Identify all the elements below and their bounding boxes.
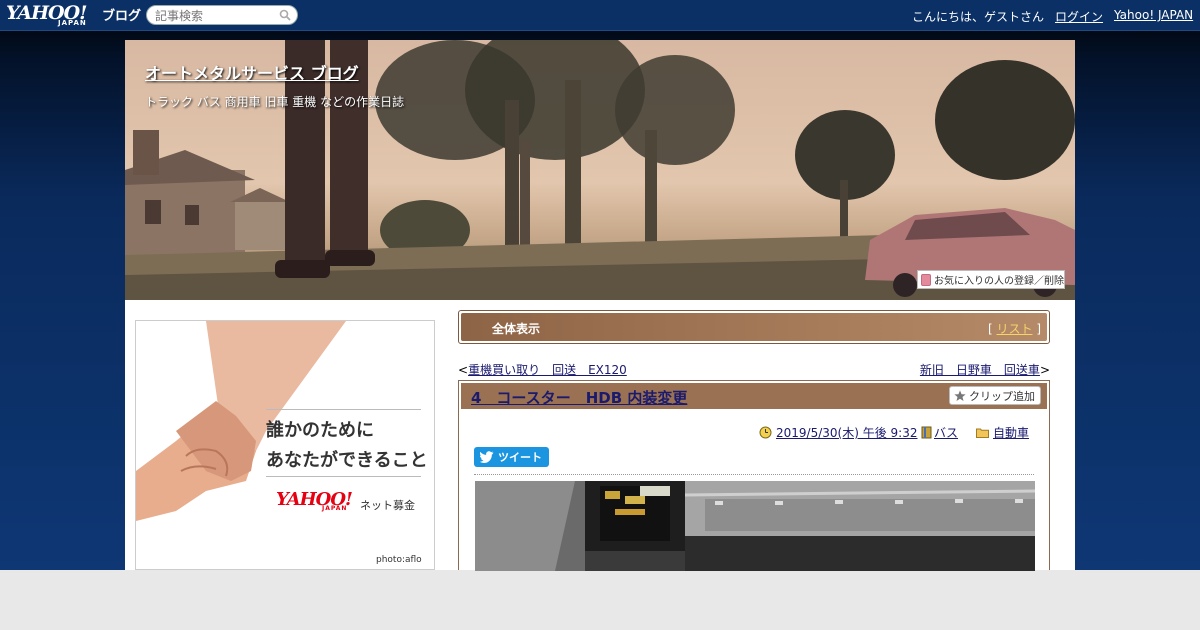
- login-link[interactable]: ログイン: [1055, 8, 1103, 25]
- book-icon: [921, 426, 932, 439]
- view-mode-bar: 全体表示 [ リスト ]: [458, 310, 1050, 344]
- yahoo-japan-link[interactable]: Yahoo! JAPAN: [1114, 8, 1193, 22]
- bracket-close: ]: [1032, 322, 1041, 336]
- charity-ad-banner[interactable]: 誰かのために あなたができること YAHOO! JAPAN ネット募金 phot…: [135, 320, 435, 570]
- blog-description: トラック バス 商用車 旧車 重機 などの作業日誌: [145, 95, 405, 109]
- favorite-heart-icon: [921, 273, 931, 286]
- blog-title-link[interactable]: オートメタルサービス ブログ: [145, 60, 359, 84]
- blog-header-image: オートメタルサービス ブログ トラック バス 商用車 旧車 重機 などの作業日誌…: [125, 40, 1075, 300]
- article-folder[interactable]: 自動車: [976, 424, 1029, 441]
- folder-icon: [976, 428, 989, 438]
- add-clip-button[interactable]: クリップ追加: [949, 386, 1041, 405]
- ad-divider-bottom: [266, 476, 421, 477]
- next-article-nav: 新旧 日野車 回送車>: [919, 363, 1050, 377]
- favorite-register-button[interactable]: お気に入りの人の登録／削除: [917, 270, 1065, 289]
- article-photo[interactable]: [475, 481, 1035, 571]
- blog-main-panel: オートメタルサービス ブログ トラック バス 商用車 旧車 重機 などの作業日誌…: [125, 40, 1075, 571]
- add-clip-label: クリップ追加: [969, 389, 1035, 403]
- article-date[interactable]: 2019/5/30(木) 午後 9:32: [759, 424, 917, 441]
- article-header: 4 コースター HDB 内装変更 クリップ追加: [461, 383, 1047, 409]
- clock-icon: [759, 426, 772, 439]
- search-icon[interactable]: [279, 9, 291, 21]
- ad-service-name: ネット募金: [360, 499, 415, 512]
- ad-photo-credit: photo:aflo: [376, 555, 422, 565]
- ad-headline-line2: あなたができること: [266, 450, 428, 471]
- yahoo-blog-logo[interactable]: YAHOO! JAPAN ブログ: [6, 2, 142, 28]
- favorite-register-label: お気に入りの人の登録／削除: [934, 276, 1064, 287]
- bus-interior-photo: [475, 481, 1035, 571]
- ad-divider-top: [266, 409, 421, 410]
- list-view-wrapper: [ リスト ]: [988, 320, 1041, 337]
- next-article-link[interactable]: 新旧 日野車 回送車: [920, 363, 1040, 377]
- prev-article-nav: <重機買い取り 回送 EX120: [458, 363, 627, 377]
- article-category[interactable]: バス: [921, 424, 958, 441]
- article-search-input[interactable]: [155, 8, 275, 23]
- article-card: 4 コースター HDB 内装変更 クリップ追加 2019/5/30(木) 午後 …: [458, 380, 1050, 571]
- article-folder-text: 自動車: [993, 426, 1030, 440]
- logo-blog-text: ブログ: [102, 9, 142, 24]
- article-title-link[interactable]: 4 コースター HDB 内装変更: [471, 387, 687, 408]
- article-search-box: [146, 5, 298, 25]
- star-icon: [954, 390, 966, 401]
- ad-japan-logo-text: JAPAN: [322, 505, 348, 512]
- twitter-bird-icon: [480, 451, 494, 463]
- prev-article-link[interactable]: 重機買い取り 回送 EX120: [468, 363, 627, 377]
- list-view-link[interactable]: リスト: [996, 322, 1032, 336]
- article-divider: [474, 474, 1034, 475]
- greeting-text: こんにちは、ゲストさん: [912, 10, 1045, 24]
- tweet-label: ツイート: [498, 451, 542, 464]
- article-category-text: バス: [934, 426, 959, 440]
- view-all-label: 全体表示: [492, 322, 541, 336]
- page-bottom-bar: [0, 570, 1200, 630]
- tweet-button[interactable]: ツイート: [474, 447, 549, 467]
- top-navigation-bar: YAHOO! JAPAN ブログ こんにちは、ゲストさん ログイン Yahoo!…: [0, 0, 1200, 31]
- logo-japan-text: JAPAN: [58, 19, 87, 27]
- ad-headline-line1: 誰かのために: [266, 420, 374, 441]
- article-date-text: 2019/5/30(木) 午後 9:32: [776, 426, 918, 440]
